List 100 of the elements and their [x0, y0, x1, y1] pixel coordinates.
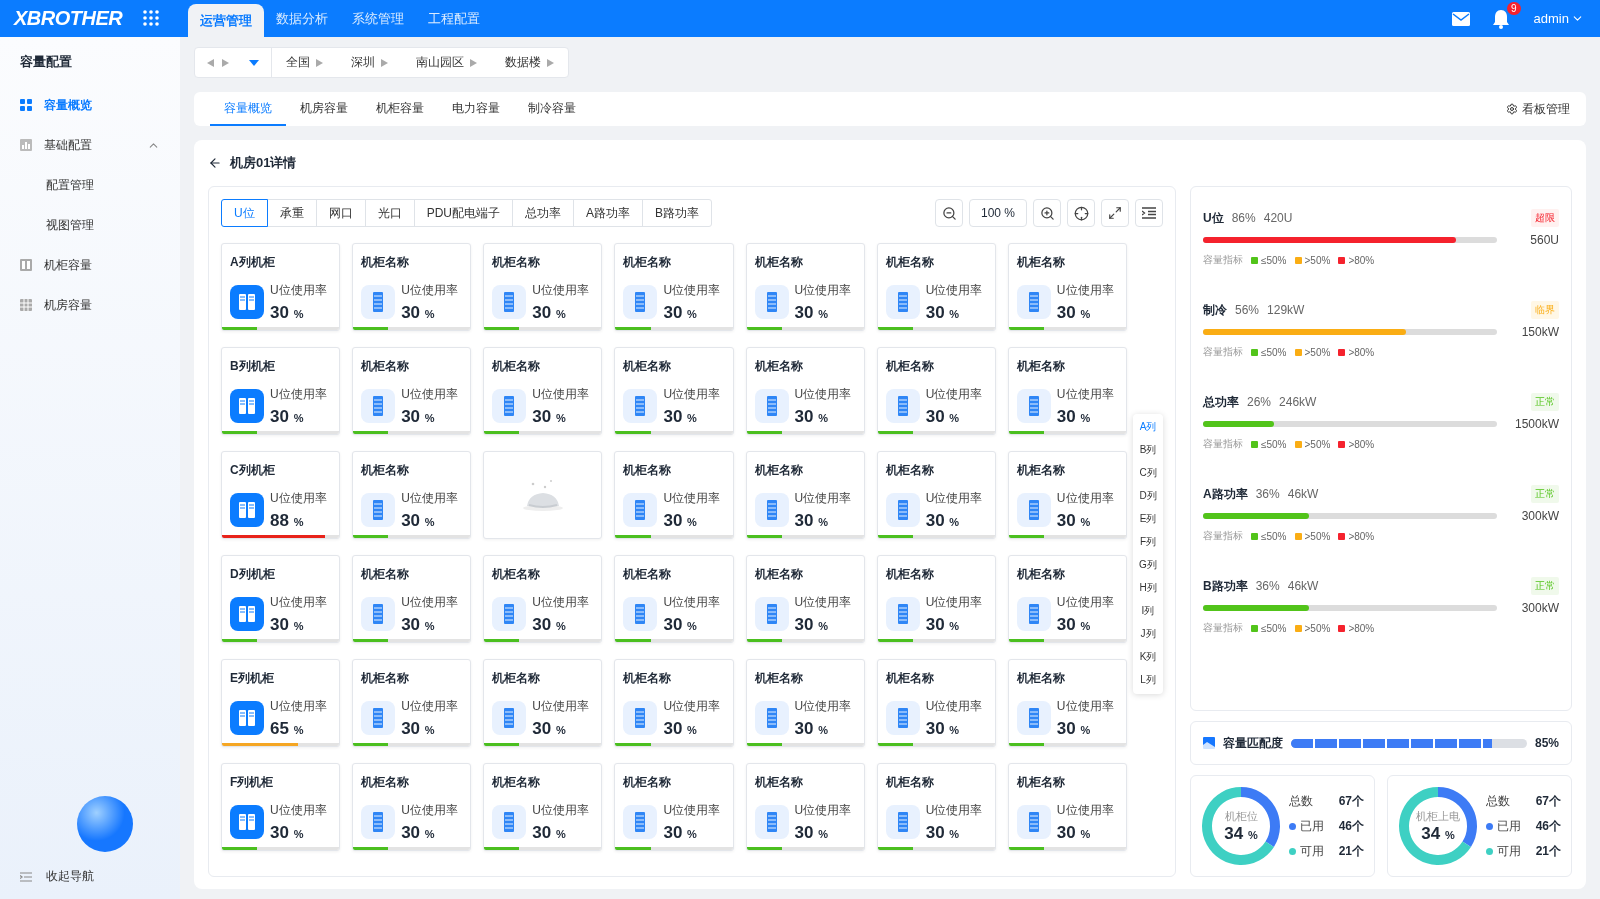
user-menu[interactable]: admin	[1533, 11, 1584, 26]
cabinet-card[interactable]: 机柜名称 U位使用率 30 %	[745, 763, 865, 851]
row-index-item[interactable]: D列	[1133, 484, 1163, 508]
cabinet-card[interactable]: 机柜名称 U位使用率 30 %	[352, 451, 472, 539]
cabinet-card[interactable]: 机柜名称 U位使用率 30 %	[876, 555, 996, 643]
sidebar-item[interactable]: 容量概览	[0, 85, 180, 125]
row-index-item[interactable]: G列	[1133, 553, 1163, 577]
zoom-field[interactable]: 100 %	[969, 199, 1027, 227]
cabinet-card[interactable]: 机柜名称 U位使用率 30 %	[745, 555, 865, 643]
usage-value: 30 %	[270, 614, 305, 635]
sidebar-item[interactable]: 机房容量	[0, 285, 180, 325]
zoom-in-button[interactable]	[1033, 199, 1061, 227]
sidebar-subitem[interactable]: 视图管理	[0, 205, 180, 245]
row-index-item[interactable]: C列	[1133, 461, 1163, 485]
row-index-item[interactable]: B列	[1133, 438, 1163, 462]
cabinet-card[interactable]: 机柜名称 U位使用率 30 %	[483, 347, 603, 435]
page-tab[interactable]: 机房容量	[286, 92, 362, 126]
cabinet-card[interactable]: C列机柜 U位使用率 88 %	[221, 451, 341, 539]
cabinet-card[interactable]: 机柜名称 U位使用率 30 %	[614, 659, 734, 747]
breadcrumb-link[interactable]: 深圳	[351, 54, 375, 71]
cabinet-card[interactable]: 机柜名称 U位使用率 30 %	[352, 243, 472, 331]
cabinet-card[interactable]: 机柜名称 U位使用率 30 %	[876, 243, 996, 331]
list-button[interactable]	[1135, 199, 1163, 227]
cabinet-card[interactable]: 机柜名称 U位使用率 30 %	[352, 555, 472, 643]
cabinet-card[interactable]: 机柜名称 U位使用率 30 %	[1007, 243, 1127, 331]
menu-icon[interactable]	[20, 871, 32, 882]
metric-amount: 46kW	[1287, 487, 1319, 501]
back-nav-icon[interactable]	[207, 58, 214, 67]
row-index-item[interactable]: I列	[1133, 599, 1163, 623]
cabinet-card[interactable]: 机柜名称 U位使用率 30 %	[483, 555, 603, 643]
cabinet-card[interactable]: 机柜名称 U位使用率 30 %	[1007, 659, 1127, 747]
zoom-out-button[interactable]	[935, 199, 963, 227]
page-tab[interactable]: 容量概览	[210, 92, 286, 126]
cabinet-card[interactable]: 机柜名称 U位使用率 30 %	[1007, 555, 1127, 643]
sidebar-item[interactable]: 基础配置	[0, 125, 180, 165]
board-settings-button[interactable]: 看板管理	[1506, 92, 1570, 126]
cabinet-card[interactable]: 机柜名称 U位使用率 30 %	[745, 451, 865, 539]
cabinet-card[interactable]: E列机柜 U位使用率 65 %	[221, 659, 341, 747]
apps-grid-icon[interactable]	[142, 8, 160, 27]
cabinet-card[interactable]: 机柜名称 U位使用率 30 %	[745, 659, 865, 747]
sidebar-item[interactable]: 机柜容量	[0, 245, 180, 285]
usage-label: U位使用率	[663, 801, 721, 819]
cabinet-card[interactable]: 机柜名称 U位使用率 30 %	[876, 659, 996, 747]
cabinet-card[interactable]: 机柜名称 U位使用率 30 %	[614, 347, 734, 435]
collapse-nav-link[interactable]: 收起导航	[46, 868, 94, 885]
cabinet-card[interactable]: F列机柜 U位使用率 30 %	[221, 763, 341, 851]
breadcrumb-link[interactable]: 数据楼	[505, 54, 541, 71]
row-index-item[interactable]: F列	[1133, 530, 1163, 554]
cabinet-card[interactable]: 机柜名称 U位使用率 30 %	[352, 659, 472, 747]
cabinet-card[interactable]: 机柜名称 U位使用率 30 %	[483, 763, 603, 851]
locate-button[interactable]	[1067, 199, 1095, 227]
page-tab[interactable]: 制冷容量	[514, 92, 590, 126]
cabinet-card[interactable]: 机柜名称 U位使用率 30 %	[1007, 763, 1127, 851]
row-index-item[interactable]: K列	[1133, 645, 1163, 669]
cabinet-card[interactable]: 机柜名称 U位使用率 30 %	[1007, 451, 1127, 539]
cabinet-card[interactable]: B列机柜 U位使用率 30 %	[221, 347, 341, 435]
row-index-item[interactable]: J列	[1133, 622, 1163, 646]
metric-tab[interactable]: 承重	[266, 199, 317, 227]
mail-icon[interactable]	[1451, 11, 1470, 26]
forward-nav-icon[interactable]	[222, 58, 229, 67]
cabinet-card[interactable]: D列机柜 U位使用率 30 %	[221, 555, 341, 643]
fullscreen-button[interactable]	[1101, 199, 1129, 227]
page-tab[interactable]: 电力容量	[438, 92, 514, 126]
metric-tab[interactable]: U位	[221, 199, 268, 227]
cabinet-card[interactable]: A列机柜 U位使用率 30 %	[221, 243, 341, 331]
sidebar-subitem[interactable]: 配置管理	[0, 165, 180, 205]
metric-tab[interactable]: 总功率	[512, 199, 574, 227]
breadcrumb-link[interactable]: 南山园区	[416, 54, 464, 71]
row-index-item[interactable]: E列	[1133, 507, 1163, 531]
cabinet-card[interactable]: 机柜名称 U位使用率 30 %	[352, 347, 472, 435]
legend-label: ≤50%	[1261, 530, 1287, 542]
cabinet-card[interactable]: 机柜名称 U位使用率 30 %	[876, 763, 996, 851]
metric-amount: 246kW	[1279, 395, 1317, 409]
bell-icon[interactable]	[1491, 8, 1510, 29]
cabinet-card[interactable]: 机柜名称 U位使用率 30 %	[876, 347, 996, 435]
cabinet-card[interactable]: 机柜名称 U位使用率 30 %	[614, 763, 734, 851]
row-index-item[interactable]: H列	[1133, 576, 1163, 600]
dropdown-caret-icon[interactable]	[249, 59, 259, 66]
metric-tab[interactable]: 网口	[315, 199, 366, 227]
row-index-item[interactable]: A列	[1133, 415, 1163, 439]
cabinet-card[interactable]: 机柜名称 U位使用率 30 %	[352, 763, 472, 851]
row-index-item[interactable]: L列	[1133, 668, 1163, 692]
breadcrumb-link[interactable]: 全国	[286, 54, 310, 71]
logo[interactable]: XBROTHER	[14, 7, 142, 30]
cabinet-card[interactable]: 机柜名称 U位使用率 30 %	[1007, 347, 1127, 435]
metric-tab[interactable]: B路功率	[642, 199, 713, 227]
page-tab[interactable]: 机柜容量	[362, 92, 438, 126]
metric-tab[interactable]: A路功率	[573, 199, 644, 227]
cabinet-card[interactable]: 机柜名称 U位使用率 30 %	[483, 243, 603, 331]
metric-tab[interactable]: 光口	[364, 199, 415, 227]
cabinet-card[interactable]: 机柜名称 U位使用率 30 %	[483, 659, 603, 747]
nav-tab[interactable]: 运营管理	[188, 4, 264, 37]
usage-value: 30 %	[925, 822, 961, 843]
cabinet-card[interactable]: 机柜名称 U位使用率 30 %	[614, 451, 734, 539]
cabinet-card[interactable]: 机柜名称 U位使用率 30 %	[876, 451, 996, 539]
cabinet-card[interactable]: 机柜名称 U位使用率 30 %	[745, 347, 865, 435]
cabinet-card[interactable]: 机柜名称 U位使用率 30 %	[614, 243, 734, 331]
metric-tab[interactable]: PDU配电端子	[413, 199, 513, 227]
cabinet-card[interactable]: 机柜名称 U位使用率 30 %	[614, 555, 734, 643]
cabinet-card[interactable]: 机柜名称 U位使用率 30 %	[745, 243, 865, 331]
